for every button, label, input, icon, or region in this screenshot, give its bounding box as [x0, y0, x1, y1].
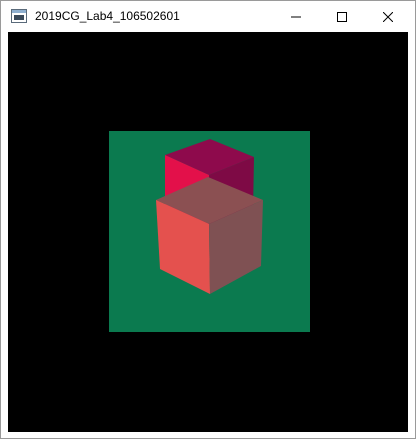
maximize-icon: [337, 11, 347, 22]
close-button[interactable]: [365, 1, 411, 32]
minimize-icon: [291, 16, 301, 17]
window-title: 2019CG_Lab4_106502601: [35, 9, 180, 23]
opengl-viewport[interactable]: [8, 32, 408, 432]
maximize-button[interactable]: [319, 1, 365, 32]
app-window: 2019CG_Lab4_106502601: [0, 0, 416, 439]
minimize-button[interactable]: [273, 1, 319, 32]
title-bar[interactable]: 2019CG_Lab4_106502601: [1, 1, 415, 32]
close-icon: [383, 11, 393, 22]
rendered-scene: [8, 32, 408, 432]
app-window-icon: [11, 9, 27, 23]
